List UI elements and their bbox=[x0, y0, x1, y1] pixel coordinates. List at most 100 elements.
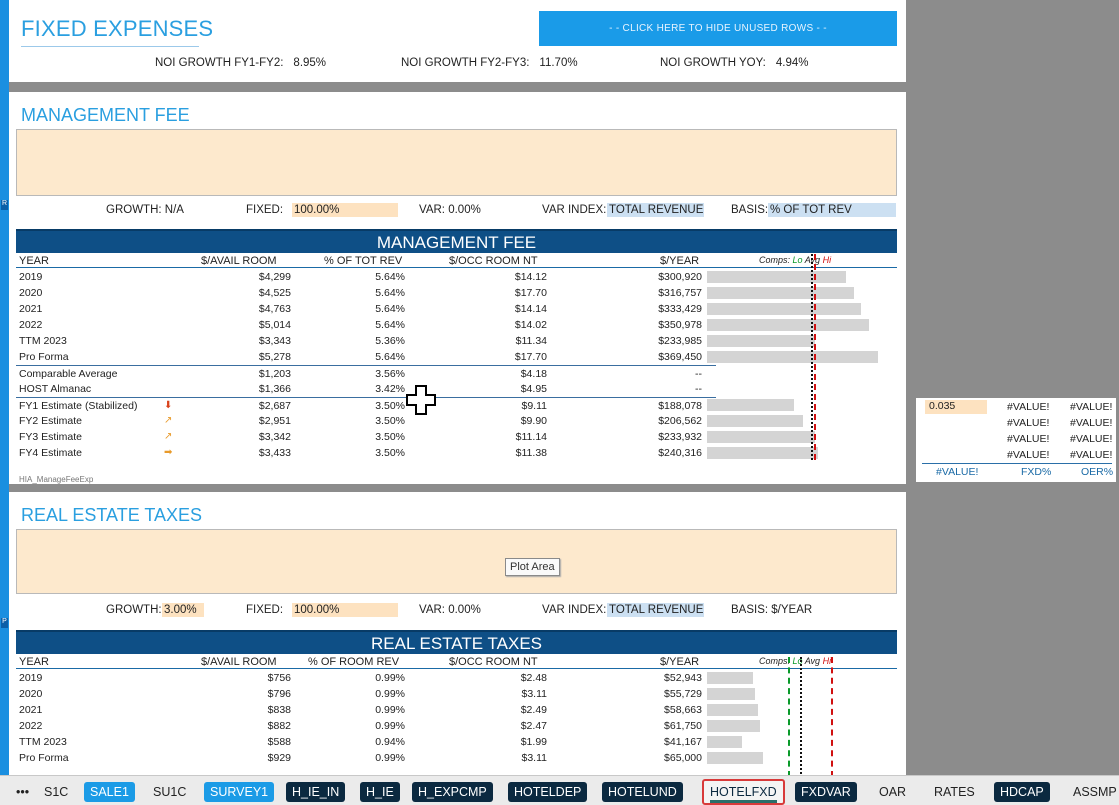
sheet-tab[interactable]: HOTELDEP bbox=[508, 782, 588, 802]
cell-c: $11.14 bbox=[515, 431, 547, 443]
table-band-title: MANAGEMENT FEE bbox=[16, 229, 897, 253]
fixed-input[interactable]: 100.00% bbox=[292, 203, 398, 217]
value-bar bbox=[707, 704, 758, 716]
sheet-tab-active[interactable]: HOTELFXD bbox=[702, 779, 785, 805]
comps-lo-line bbox=[788, 657, 790, 775]
page-title: FIXED EXPENSES bbox=[21, 16, 214, 47]
cell-b: 0.99% bbox=[375, 672, 405, 684]
side-cell[interactable]: #VALUE! bbox=[1007, 417, 1049, 429]
side-cell[interactable]: #VALUE! bbox=[1007, 401, 1049, 413]
sheet-tab[interactable]: SALE1 bbox=[84, 782, 135, 802]
chart-plot-area[interactable]: Plot Area bbox=[16, 529, 897, 594]
sheet-tab-label: FXDVAR bbox=[801, 785, 851, 799]
cell-b: 5.64% bbox=[375, 319, 405, 331]
chart-name-label: HIA_ManageFeeExp bbox=[19, 475, 94, 484]
side-cell[interactable]: #VALUE! bbox=[1070, 401, 1112, 413]
cell-d: -- bbox=[695, 368, 702, 380]
side-footer: #VALUE! bbox=[936, 466, 979, 478]
sheet-tab-label: ••• bbox=[16, 785, 30, 799]
cell-d: $55,729 bbox=[664, 688, 702, 700]
table-row: 2021 $4,763 5.64% $14.14 $333,429 bbox=[16, 301, 716, 317]
comps-avg-line bbox=[811, 254, 813, 460]
cell-b: 3.50% bbox=[375, 400, 405, 412]
more-tabs-button[interactable]: ••• bbox=[10, 782, 35, 802]
value-bar bbox=[707, 431, 815, 443]
basis-param: BASIS: $/YEAR bbox=[731, 604, 813, 616]
table-row: 2021 $838 0.99% $2.49 $58,663 bbox=[16, 702, 716, 718]
value-bar bbox=[707, 688, 755, 700]
cell-a: $5,014 bbox=[258, 319, 291, 331]
sheet-tab[interactable]: H_IE_IN bbox=[286, 782, 346, 802]
sheet-tab[interactable]: OAR bbox=[873, 782, 912, 802]
sheet-tab[interactable]: HDCAP bbox=[994, 782, 1050, 802]
value-bar bbox=[707, 399, 794, 411]
side-cell[interactable]: 0.035 bbox=[925, 400, 987, 414]
cell-c: $17.70 bbox=[514, 287, 547, 299]
cell-d: $65,000 bbox=[664, 752, 702, 764]
sheet-tab[interactable]: H_EXPCMP bbox=[412, 782, 493, 802]
cell-c: $3.11 bbox=[521, 752, 548, 764]
side-cell[interactable]: #VALUE! bbox=[1007, 433, 1049, 445]
basis-label: BASIS: bbox=[731, 204, 769, 216]
var-param: VAR: 0.00% bbox=[419, 204, 481, 216]
sheet-tab[interactable]: SU1C bbox=[147, 782, 192, 802]
cell-d: $188,078 bbox=[658, 400, 702, 412]
growth-param: GROWTH: N/A bbox=[106, 204, 184, 216]
varindex-input[interactable]: TOTAL REVENUE bbox=[607, 203, 704, 217]
side-cell[interactable]: #VALUE! bbox=[1007, 449, 1049, 461]
left-frozen-rail: R P bbox=[0, 0, 9, 775]
col-occ-room: $/OCC ROOM NT bbox=[449, 255, 538, 267]
table-row: TTM 2023 $588 0.94% $1.99 $41,167 bbox=[16, 734, 716, 750]
cell-a: $882 bbox=[267, 720, 291, 732]
hide-unused-rows-button[interactable]: - - CLICK HERE TO HIDE UNUSED ROWS - - bbox=[539, 11, 897, 46]
table-row: Pro Forma $5,278 5.64% $17.70 $369,450 bbox=[16, 349, 716, 365]
chart-plot-area[interactable] bbox=[16, 129, 897, 196]
side-footer: FXD% bbox=[1021, 466, 1052, 478]
cell-d: $233,985 bbox=[658, 335, 702, 347]
value-bar bbox=[707, 319, 869, 331]
cell-c: $1.99 bbox=[520, 736, 547, 748]
table-row: 2022 $882 0.99% $2.47 $61,750 bbox=[16, 718, 716, 734]
sheet-tab[interactable]: SURVEY1 bbox=[204, 782, 275, 802]
cell-a: $3,433 bbox=[258, 447, 291, 459]
value-bar bbox=[707, 287, 854, 299]
sheet-tab-bar: ••• S1C SALE1 SU1C SURVEY1 H_IE_IN H_IE H_EXPCM… bbox=[0, 775, 1119, 805]
fixed-input[interactable]: 100.00% bbox=[292, 603, 398, 617]
varindex-input[interactable]: TOTAL REVENUE bbox=[607, 603, 704, 617]
sheet-tab[interactable]: ASSMP bbox=[1067, 782, 1119, 802]
sheet-tab[interactable]: RATES bbox=[928, 782, 981, 802]
cell-year: 2020 bbox=[19, 287, 43, 299]
cell-b: 3.42% bbox=[375, 383, 405, 395]
sheet-tab[interactable]: FXDVAR bbox=[795, 782, 857, 802]
side-cell[interactable]: #VALUE! bbox=[1070, 433, 1112, 445]
noi-growth-fy2-fy3: NOI GROWTH FY2-FY3: 11.70% bbox=[401, 57, 578, 69]
col-avail-room: $/AVAIL ROOM bbox=[201, 255, 277, 267]
sheet-tab[interactable]: H_IE bbox=[360, 782, 400, 802]
cell-c: $3.11 bbox=[521, 688, 548, 700]
growth-input[interactable]: 3.00% bbox=[162, 603, 204, 617]
table-row: 2020 $796 0.99% $3.11 $55,729 bbox=[16, 686, 716, 702]
sheet-tab-label: OAR bbox=[879, 785, 907, 799]
cell-b: 3.50% bbox=[375, 447, 405, 459]
cell-year: FY1 Estimate (Stabilized) bbox=[19, 400, 138, 412]
side-footer: OER% bbox=[1081, 466, 1114, 478]
sheet-tab[interactable]: S1C bbox=[38, 782, 74, 802]
value-bar bbox=[707, 335, 815, 347]
varindex-label: VAR INDEX: bbox=[542, 204, 607, 216]
table-row: 2019 $4,299 5.64% $14.12 $300,920 bbox=[16, 269, 716, 285]
cell-d: $316,757 bbox=[658, 287, 702, 299]
sheet-tab[interactable]: HOTELUND bbox=[602, 782, 683, 802]
col-pct-rev: % OF TOT REV bbox=[324, 255, 403, 267]
side-cell[interactable]: #VALUE! bbox=[1070, 417, 1112, 429]
noi-growth-yoy: NOI GROWTH YOY: 4.94% bbox=[660, 57, 809, 69]
rail-marker: P bbox=[1, 618, 8, 628]
cell-year: Pro Forma bbox=[19, 752, 69, 764]
section-title: MANAGEMENT FEE bbox=[21, 105, 190, 125]
basis-input[interactable]: % OF TOT REV bbox=[768, 203, 896, 217]
cell-a: $2,951 bbox=[258, 415, 291, 427]
cell-d: $300,920 bbox=[658, 271, 702, 283]
cell-b: 3.50% bbox=[375, 415, 405, 427]
side-cell[interactable]: #VALUE! bbox=[1070, 449, 1112, 461]
cell-c: $11.34 bbox=[515, 335, 547, 347]
cell-c: $17.70 bbox=[514, 351, 547, 363]
